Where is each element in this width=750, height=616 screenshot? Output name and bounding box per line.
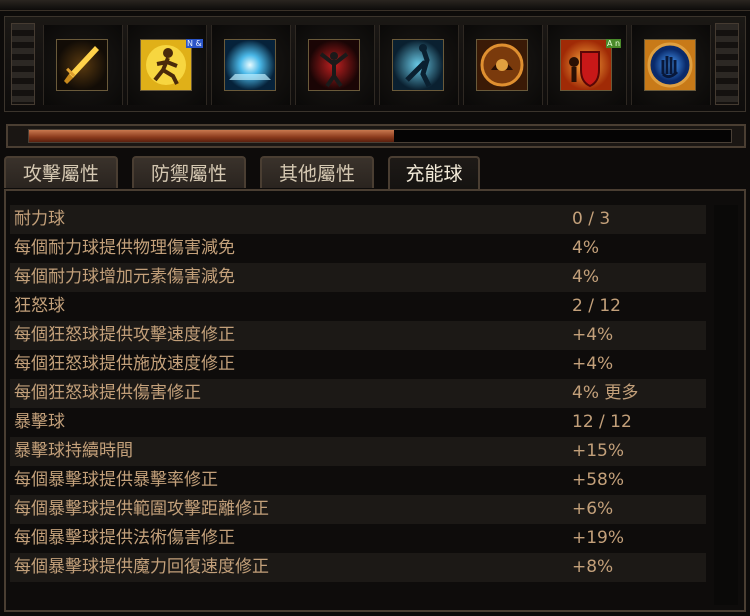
stat-label: 每個暴擊球提供魔力回復速度修正 [14,557,269,577]
stat-value: 12 / 12 [572,412,632,432]
stat-label: 每個暴擊球提供範圍攻擊距離修正 [14,499,269,519]
skill-slot[interactable] [211,25,291,105]
skill-slot[interactable] [631,25,711,105]
stat-label: 耐力球 [14,209,65,229]
stat-label: 暴擊球 [14,412,65,432]
experience-bar [6,124,746,148]
stat-label: 每個狂怒球提供施放速度修正 [14,354,235,374]
tab-defense[interactable]: 防禦屬性 [132,156,246,188]
stat-row: 每個耐力球增加元素傷害減免 4% [10,263,706,292]
runner-skill-icon[interactable] [140,39,192,91]
stat-row: 耐力球 0 / 3 [10,205,706,234]
stat-row: 每個耐力球提供物理傷害減免 4% [10,234,706,263]
stat-row: 每個狂怒球提供攻擊速度修正 +4% [10,321,706,350]
skill-slot[interactable] [43,25,123,105]
skill-badge: A n [606,39,622,48]
skill-slot[interactable] [295,25,375,105]
tab-strip: 攻擊屬性 防禦屬性 其他屬性 充能球 [4,156,746,191]
warcry-skill-icon[interactable] [476,39,528,91]
skill-slot[interactable] [463,25,543,105]
stat-row: 每個暴擊球提供魔力回復速度修正 +8% [10,553,706,582]
stat-value: +6% [572,499,614,519]
stat-row: 狂怒球 2 / 12 [10,292,706,321]
stat-row: 每個狂怒球提供傷害修正 4% 更多 [10,379,706,408]
skill-slot[interactable]: A n [547,25,627,105]
stat-label: 狂怒球 [14,296,65,316]
stat-value: 0 / 3 [572,209,611,229]
stat-row: 暴擊球持續時間 +15% [10,437,706,466]
stat-value: +15% [572,441,625,461]
stat-row: 暴擊球 12 / 12 [10,408,706,437]
skill-badge: N & [186,39,203,48]
stat-row: 每個暴擊球提供暴擊率修正 +58% [10,466,706,495]
experience-bar-fill [29,130,395,142]
stats-list: 耐力球 0 / 3 每個耐力球提供物理傷害減免 4% 每個耐力球增加元素傷害減免 4%… [10,205,706,582]
stat-label: 每個狂怒球提供傷害修正 [14,383,201,403]
stat-label: 每個暴擊球提供法術傷害修正 [14,528,235,548]
stats-panel: 耐力球 0 / 3 每個耐力球提供物理傷害減免 4% 每個耐力球增加元素傷害減免 4%… [4,189,746,612]
spirit-hand-skill-icon[interactable] [644,39,696,91]
stat-row: 每個狂怒球提供施放速度修正 +4% [10,350,706,379]
skill-bar-left-cap [11,23,35,105]
stat-label: 每個耐力球增加元素傷害減免 [14,267,235,287]
stat-value: +4% [572,325,614,345]
skill-bar-right-cap [715,23,739,105]
skill-slot[interactable] [379,25,459,105]
stat-value: 2 / 12 [572,296,621,316]
tab-misc[interactable]: 其他屬性 [260,156,374,188]
tab-charges[interactable]: 充能球 [388,156,480,191]
stat-value: 4% [572,267,599,287]
phase-run-skill-icon[interactable] [392,39,444,91]
ice-nova-skill-icon[interactable] [224,39,276,91]
stat-row: 每個暴擊球提供法術傷害修正 +19% [10,524,706,553]
stat-value: +8% [572,557,614,577]
stat-label: 每個狂怒球提供攻擊速度修正 [14,325,235,345]
stat-value: +19% [572,528,625,548]
stat-label: 每個暴擊球提供暴擊率修正 [14,470,218,490]
skill-bar: N & A n [4,16,746,112]
window-top-edge [0,0,750,11]
scrollbar[interactable] [714,205,738,605]
blood-warrior-skill-icon[interactable] [308,39,360,91]
skill-slot[interactable]: N & [127,25,207,105]
stat-row: 每個暴擊球提供範圍攻擊距離修正 +6% [10,495,706,524]
stat-value: +4% [572,354,614,374]
shield-skill-icon[interactable] [560,39,612,91]
stat-value: +58% [572,470,625,490]
stat-label: 暴擊球持續時間 [14,441,133,461]
tab-offense[interactable]: 攻擊屬性 [4,156,118,188]
stat-label: 每個耐力球提供物理傷害減免 [14,238,235,258]
sword-skill-icon[interactable] [56,39,108,91]
experience-bar-track [28,129,732,143]
stat-value: 4% [572,238,599,258]
stat-value: 4% 更多 [572,383,639,403]
